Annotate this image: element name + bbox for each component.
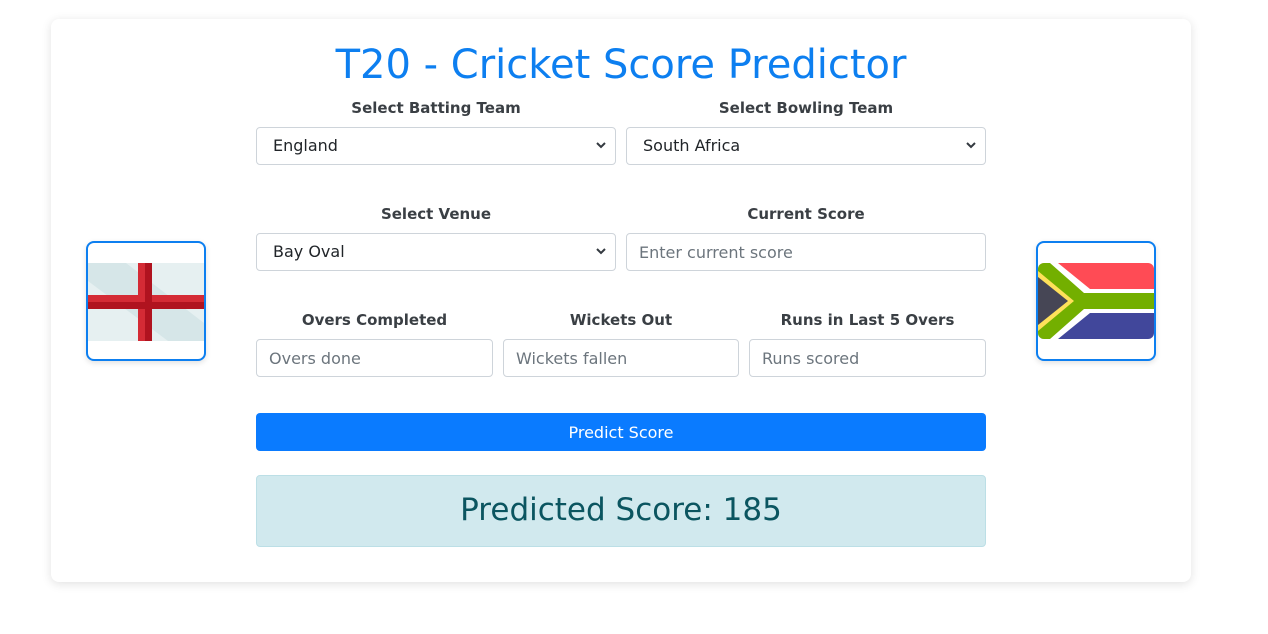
wickets-input[interactable] (503, 339, 739, 377)
venue-label: Select Venue (380, 205, 492, 223)
overs-input[interactable] (256, 339, 493, 377)
bowling-team-flag (1036, 241, 1156, 361)
bowling-team-selected-value: South Africa (643, 136, 741, 155)
chevron-down-icon (596, 248, 606, 255)
last-five-overs-input[interactable] (749, 339, 986, 377)
last-five-overs-label: Runs in Last 5 Overs (780, 311, 955, 329)
page-title: T20 - Cricket Score Predictor (335, 42, 907, 88)
overs-label: Overs Completed (301, 311, 448, 329)
batting-team-flag (86, 241, 206, 361)
predict-score-button[interactable]: Predict Score (256, 413, 986, 451)
predicted-score-alert: Predicted Score: 185 (256, 475, 986, 547)
batting-team-selected-value: England (273, 136, 338, 155)
chevron-down-icon (596, 142, 606, 149)
predicted-score-text: Predicted Score: 185 (460, 492, 782, 528)
chevron-down-icon (966, 142, 976, 149)
wickets-label: Wickets Out (569, 311, 673, 329)
venue-selected-value: Bay Oval (273, 242, 345, 261)
england-flag-icon (88, 263, 204, 341)
current-score-label: Current Score (747, 205, 865, 223)
south-africa-flag-icon (1038, 263, 1154, 339)
bowling-team-select[interactable]: South Africa (626, 127, 986, 165)
bowling-team-label: Select Bowling Team (718, 99, 894, 117)
batting-team-label: Select Batting Team (351, 99, 521, 117)
batting-team-select[interactable]: England (256, 127, 616, 165)
venue-select[interactable]: Bay Oval (256, 233, 616, 271)
current-score-input[interactable] (626, 233, 986, 271)
